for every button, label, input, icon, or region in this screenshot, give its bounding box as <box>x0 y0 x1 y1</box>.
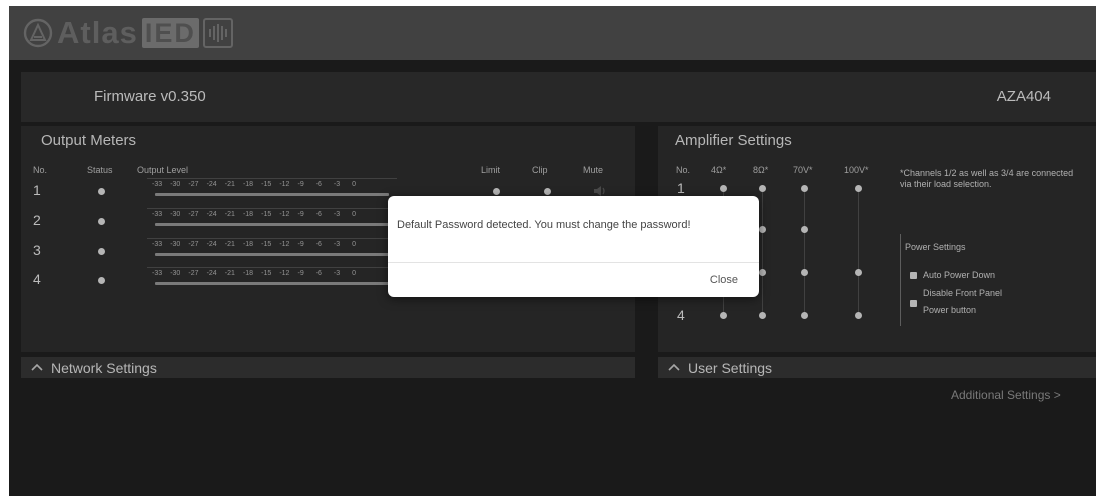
password-warning-dialog: Default Password detected. You must chan… <box>388 196 759 297</box>
dialog-divider <box>388 262 759 263</box>
app-window: Atlas IED Firmware v0.350 AZA404 Output … <box>9 6 1096 496</box>
dialog-message: Default Password detected. You must chan… <box>397 219 691 231</box>
close-button[interactable]: Close <box>710 274 738 286</box>
